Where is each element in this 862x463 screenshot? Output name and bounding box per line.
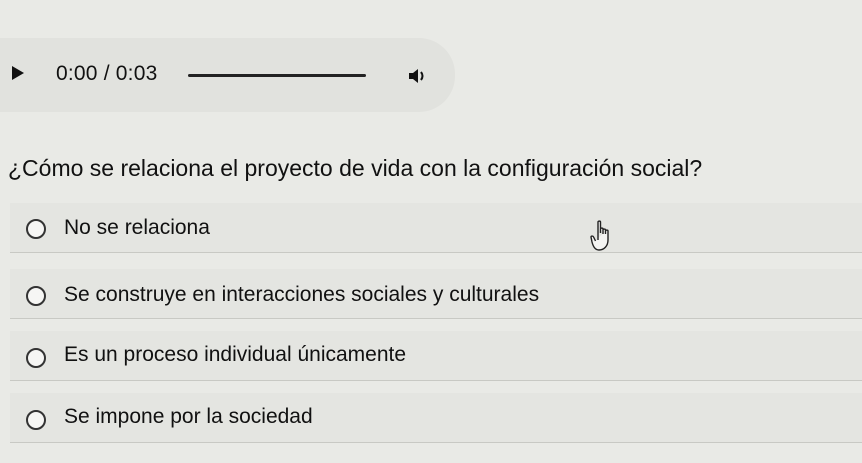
option-impone-sociedad[interactable]: Se impone por la sociedad <box>10 393 862 443</box>
play-icon[interactable] <box>12 66 24 80</box>
volume-icon[interactable] <box>407 65 429 87</box>
option-interacciones-sociales[interactable]: Se construye en interacciones sociales y… <box>10 269 862 319</box>
option-label: Es un proceso individual únicamente <box>64 343 407 366</box>
question-text: ¿Cómo se relaciona el proyecto de vida c… <box>8 155 703 181</box>
radio-button[interactable] <box>26 410 46 430</box>
time-readout: 0:00 / 0:03 <box>56 62 158 85</box>
option-no-se-relaciona[interactable]: No se relaciona <box>10 203 862 253</box>
radio-button[interactable] <box>26 286 46 306</box>
hand-pointer-icon <box>590 220 609 251</box>
audio-progress-bar[interactable] <box>188 74 366 77</box>
option-label: Se impone por la sociedad <box>64 405 313 428</box>
audio-player: 0:00 / 0:03 <box>0 38 455 112</box>
option-label: Se construye en interacciones sociales y… <box>64 283 540 306</box>
option-proceso-individual[interactable]: Es un proceso individual únicamente <box>10 331 862 381</box>
radio-button[interactable] <box>26 348 46 368</box>
radio-button[interactable] <box>26 219 46 239</box>
option-label: No se relaciona <box>64 216 210 239</box>
